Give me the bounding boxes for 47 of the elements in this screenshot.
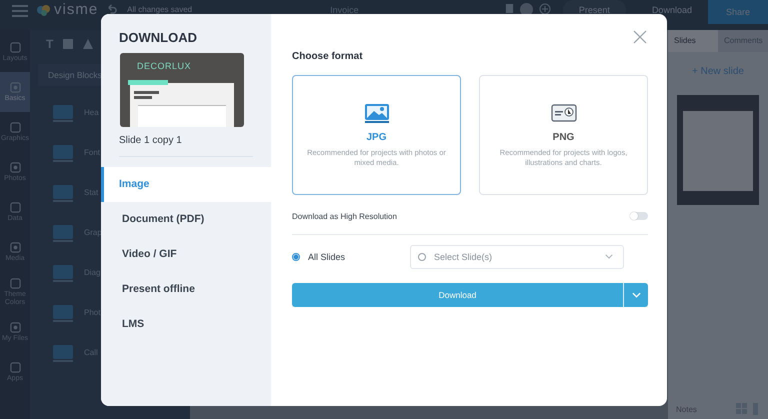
square-icon	[10, 362, 20, 372]
square-icon	[10, 202, 20, 212]
chevron-down-icon	[605, 254, 613, 259]
square-icon	[10, 122, 20, 132]
radio-button[interactable]	[418, 252, 426, 260]
square-icon	[10, 82, 20, 92]
chevron-down-icon	[632, 292, 640, 298]
square-icon	[10, 42, 20, 52]
slide-name: Slide 1 copy 1	[119, 134, 183, 146]
panel-tab[interactable]: Slides	[668, 30, 718, 52]
download-link[interactable]: Download	[642, 0, 702, 20]
square-icon	[10, 278, 20, 288]
add-icon[interactable]	[538, 3, 551, 15]
menu-icon[interactable]	[12, 5, 28, 17]
logo-icon	[36, 4, 52, 16]
document-icon	[550, 102, 576, 122]
share-button[interactable]: Share	[708, 0, 768, 24]
format-menu-item[interactable]: Image	[101, 166, 271, 202]
logo: visme	[54, 3, 98, 17]
download-options-button[interactable]	[623, 282, 648, 306]
square-icon	[10, 322, 20, 332]
format-menu-item[interactable]: Document (PDF)	[101, 202, 271, 236]
save-status: All changes saved	[127, 4, 192, 16]
dialog-title: DOWNLOAD	[119, 30, 198, 44]
square-icon	[10, 242, 20, 252]
format-name: JPG	[366, 132, 386, 142]
radio-label[interactable]: All Slides	[308, 252, 346, 262]
new-slide-button[interactable]: + New slide	[692, 66, 744, 77]
document-icon[interactable]	[504, 3, 514, 14]
preview-brand: DECORLUX	[137, 60, 192, 70]
square-icon	[10, 162, 20, 172]
format-menu-item[interactable]: Video / GIF	[101, 236, 271, 272]
download-button[interactable]: Download	[292, 282, 623, 306]
toggle-switch[interactable]	[630, 212, 648, 220]
format-menu-item[interactable]: LMS	[101, 306, 271, 342]
section-title: Choose format	[292, 50, 364, 62]
square-icon[interactable]	[63, 39, 74, 49]
format-name: PNG	[552, 132, 574, 142]
slide-select-dropdown[interactable]: Select Slide(s)	[410, 244, 624, 268]
format-menu-item[interactable]: Present offline	[101, 272, 271, 306]
close-icon[interactable]	[633, 30, 647, 44]
undo-icon[interactable]	[106, 3, 118, 14]
radio-button[interactable]	[292, 252, 300, 260]
high-resolution-label: Download as High Resolution	[292, 212, 397, 220]
image-icon	[364, 102, 390, 122]
triangle-icon[interactable]	[83, 39, 94, 49]
slide-thumbnail[interactable]	[677, 95, 759, 205]
